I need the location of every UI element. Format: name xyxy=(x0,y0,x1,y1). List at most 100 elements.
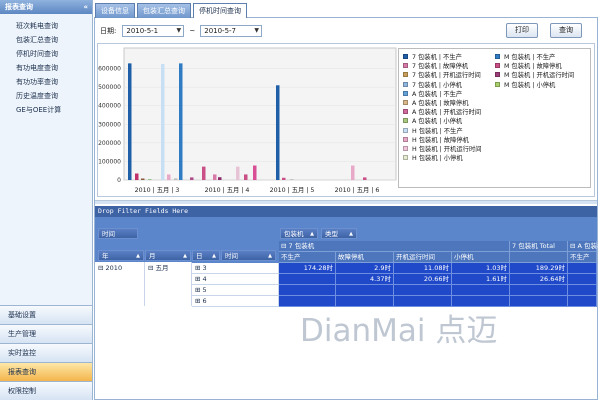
pivot-cell[interactable]: 4.37时 xyxy=(336,274,394,285)
row-header-day-label: 3 xyxy=(202,264,207,272)
pivot-cell[interactable] xyxy=(568,285,597,296)
row-field-month-label: 月 xyxy=(149,252,156,260)
legend-swatch xyxy=(403,109,408,115)
chart-bar xyxy=(167,174,171,180)
pivot-cell[interactable]: 1.61时 xyxy=(452,274,510,285)
y-tick-label: 400000 xyxy=(98,103,121,110)
legend-item: 7 包装机 | 开机运行时间 xyxy=(403,70,482,79)
module-nav-button[interactable]: 基础设置 xyxy=(0,305,92,324)
col-header-packer-7-label: 7 包装机 xyxy=(288,242,315,250)
pivot-cell[interactable] xyxy=(394,285,452,296)
pivot-cell[interactable] xyxy=(279,274,336,285)
legend-item: A 包装机 | 不生产 xyxy=(403,89,482,98)
legend-item: M 包装机 | 小停机 xyxy=(495,80,574,89)
row-field-year[interactable]: 年 ▲ xyxy=(98,250,144,261)
col-header-type[interactable]: 故障停机 xyxy=(336,252,394,263)
module-nav-button[interactable]: 报表查询 xyxy=(0,362,92,381)
y-tick-label: 300000 xyxy=(98,121,121,128)
legend-swatch xyxy=(495,63,500,69)
pivot-cell[interactable]: 1.03时 xyxy=(452,263,510,274)
col-header-total-sub xyxy=(510,252,568,263)
pivot-cell[interactable] xyxy=(510,296,568,307)
row-header-day[interactable]: ⊞ 5 xyxy=(192,285,279,296)
chart-bar xyxy=(161,63,165,180)
row-header-day[interactable]: ⊞ 3 xyxy=(192,263,279,274)
expand-icon[interactable]: ⊞ xyxy=(195,286,203,294)
legend-swatch xyxy=(403,100,408,106)
legend-label: A 包装机 | 故障停机 xyxy=(412,100,469,108)
chart-bar xyxy=(148,179,152,180)
legend-swatch xyxy=(403,145,408,151)
row-field-day[interactable]: 日 ▲ xyxy=(192,250,220,261)
legend-label: 7 包装机 | 不生产 xyxy=(412,54,462,62)
pivot-cell[interactable]: 2.9时 xyxy=(336,263,394,274)
row-header-day[interactable]: ⊞ 4 xyxy=(192,274,279,285)
sort-asc-icon[interactable]: ▲ xyxy=(268,251,272,262)
col-header-packer-7[interactable]: ⊟ 7 包装机 xyxy=(279,241,510,252)
col-header-packer-a[interactable]: ⊟ A 包装机 xyxy=(568,241,600,252)
pivot-cell[interactable]: 174.28时 xyxy=(279,263,336,274)
row-field-year-label: 年 xyxy=(102,252,109,260)
pivot-cell[interactable] xyxy=(336,285,394,296)
expand-icon[interactable]: ⊟ xyxy=(570,242,575,250)
expand-icon[interactable]: ⊟ xyxy=(281,242,286,250)
pivot-cell[interactable] xyxy=(510,285,568,296)
drop-filter-area[interactable]: Drop Filter Fields Here xyxy=(95,206,597,217)
x-tick-label: 2010 | 五月 | 4 xyxy=(205,186,250,194)
col-header-packer-a-label: A 包装机 xyxy=(577,242,600,250)
chart-bar xyxy=(244,174,248,180)
row-header-month-label: 五月 xyxy=(155,264,169,272)
expand-icon[interactable]: ⊞ xyxy=(195,264,203,272)
sort-asc-icon[interactable]: ▲ xyxy=(183,251,187,262)
field-packer[interactable]: 包装机 ▲ xyxy=(280,228,318,239)
pivot-cell[interactable] xyxy=(568,263,597,274)
sort-asc-icon[interactable]: ▲ xyxy=(136,251,140,262)
chart-bar xyxy=(290,179,294,180)
legend-swatch xyxy=(403,118,408,124)
row-field-month[interactable]: 月 ▲ xyxy=(145,250,191,261)
col-header-type[interactable]: 不生产 xyxy=(568,252,597,263)
sort-asc-icon[interactable]: ▲ xyxy=(310,229,314,240)
expand-icon[interactable]: ⊞ xyxy=(195,275,203,283)
pivot-cell[interactable] xyxy=(279,285,336,296)
chart-bar xyxy=(179,63,183,180)
chart-legend: 7 包装机 | 不生产 7 包装机 | 故障停机 7 包装机 | 开机运行时间 7 包… xyxy=(398,48,591,188)
pivot-cell[interactable] xyxy=(568,274,597,285)
chart-bar xyxy=(253,165,257,180)
legend-swatch xyxy=(403,136,408,142)
col-header-type[interactable]: 开机运行时间 xyxy=(394,252,452,263)
row-header-day-label: 5 xyxy=(202,286,207,294)
pivot-cell[interactable]: 11.08时 xyxy=(394,263,452,274)
module-nav-button[interactable]: 权限控制 xyxy=(0,381,92,400)
pivot-cell[interactable]: 189.29时 xyxy=(510,263,568,274)
row-header-month[interactable]: ⊟ 五月 xyxy=(145,262,192,306)
row-header-day[interactable]: ⊞ 6 xyxy=(192,296,279,307)
expand-icon[interactable]: ⊟ xyxy=(148,264,153,272)
legend-item: A 包装机 | 小停机 xyxy=(403,116,482,125)
splitter-handle[interactable] xyxy=(95,200,597,204)
col-header-type[interactable]: 不生产 xyxy=(279,252,336,263)
field-time[interactable]: 时间 xyxy=(98,228,138,239)
legend-label: A 包装机 | 小停机 xyxy=(412,118,463,126)
sort-asc-icon[interactable]: ▲ xyxy=(212,251,216,262)
pivot-cell[interactable] xyxy=(568,296,597,307)
field-type-label: 类型 xyxy=(325,230,338,238)
legend-swatch xyxy=(403,54,408,60)
col-header-type[interactable]: 小停机 xyxy=(452,252,510,263)
pivot-cell[interactable]: 20.66时 xyxy=(394,274,452,285)
row-field-time[interactable]: 时间 ▲ xyxy=(221,250,276,261)
y-tick-label: 0 xyxy=(117,177,121,184)
row-field-time-label: 时间 xyxy=(225,252,238,260)
module-nav-button[interactable]: 实时监控 xyxy=(0,343,92,362)
field-type[interactable]: 类型 ▲ xyxy=(321,228,357,239)
chart-bar xyxy=(190,177,194,180)
row-header-year[interactable]: ⊟ 2010 xyxy=(95,262,145,306)
legend-label: A 包装机 | 开机运行时间 xyxy=(412,109,482,117)
expand-icon[interactable]: ⊞ xyxy=(195,297,203,305)
pivot-cell[interactable]: 26.64时 xyxy=(510,274,568,285)
module-nav-button[interactable]: 生产管理 xyxy=(0,324,92,343)
expand-icon[interactable]: ⊟ xyxy=(98,264,103,272)
legend-swatch xyxy=(495,81,500,87)
pivot-cell[interactable] xyxy=(452,285,510,296)
sort-asc-icon[interactable]: ▲ xyxy=(349,229,353,240)
